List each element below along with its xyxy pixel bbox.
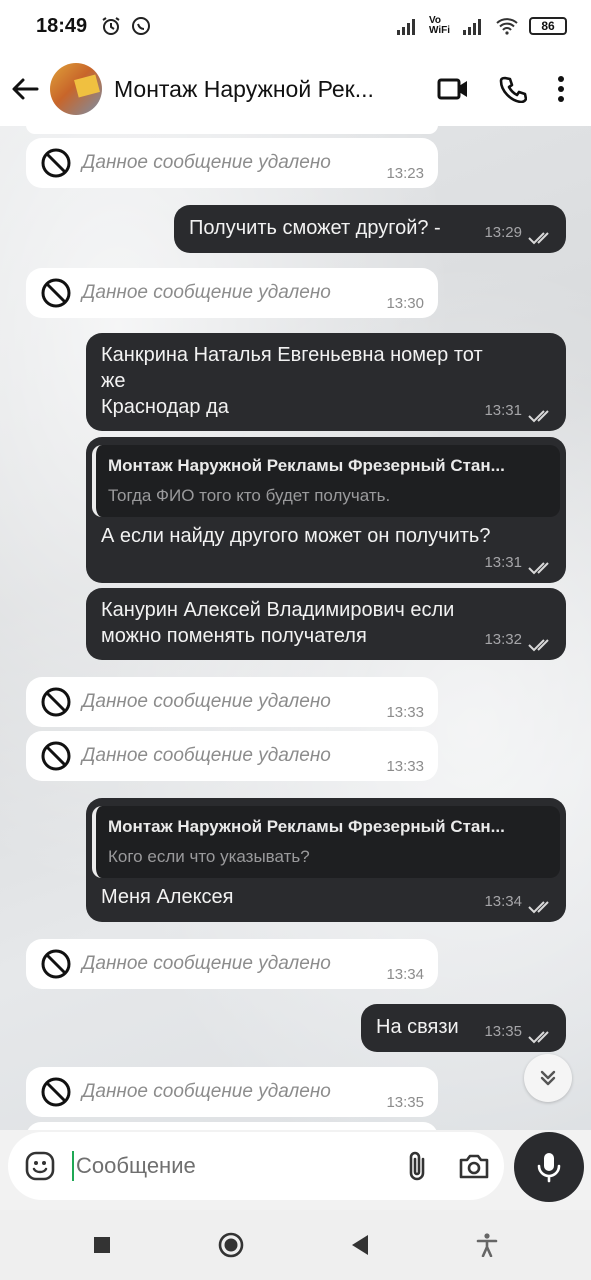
read-ticks-icon [528,410,549,423]
deleted-message[interactable]: Данное сообщение удалено 13:23 [26,138,438,188]
deleted-icon [41,148,71,178]
wifi-icon [496,18,518,35]
double-chevron-down-icon [540,1070,556,1086]
message-text: Получить сможет другой? - [189,217,441,239]
message-line: Канурин Алексей Владимирович если [101,599,455,621]
partial-bubble [26,1122,438,1130]
message-line: же [101,370,126,392]
message-composer: Сообщение [8,1132,504,1200]
emoji-icon[interactable] [24,1150,56,1182]
status-time: 18:49 [36,14,88,37]
quote-text: Кого если что указывать? [108,847,310,866]
read-ticks-icon [528,1031,549,1044]
chat-header: Монтаж Наружной Рек... [0,52,591,126]
message-time: 13:35 [386,1094,424,1111]
camera-icon[interactable] [458,1152,490,1180]
deleted-message[interactable]: Данное сообщение удалено 13:33 [26,731,438,781]
back-nav-icon[interactable] [350,1234,370,1256]
deleted-icon [41,949,71,979]
microphone-icon [537,1153,561,1183]
message-time: 13:23 [386,165,424,182]
outgoing-message[interactable]: На связи 13:35 [361,1004,566,1052]
deleted-text: Данное сообщение удалено [82,745,331,766]
attach-icon[interactable] [406,1150,428,1182]
deleted-message[interactable]: Данное сообщение удалено 13:34 [26,939,438,989]
outgoing-message[interactable]: Канурин Алексей Владимирович если можно … [86,588,566,660]
deleted-text: Данное сообщение удалено [82,282,331,303]
avatar[interactable] [50,63,102,115]
deleted-icon [41,1077,71,1107]
back-button[interactable] [8,72,42,106]
partial-bubble [26,126,438,134]
system-nav-bar [0,1210,591,1280]
signal-icon [397,19,415,35]
read-ticks-icon [528,562,549,575]
deleted-text: Данное сообщение удалено [82,953,331,974]
message-line: Краснодар да [101,396,229,418]
read-ticks-icon [528,639,549,652]
outgoing-reply-message[interactable]: Монтаж Наружной Рекламы Фрезерный Стан..… [86,798,566,922]
message-time: 13:33 [386,704,424,721]
deleted-message[interactable]: Данное сообщение удалено 13:30 [26,268,438,318]
more-icon[interactable] [557,75,565,103]
recents-icon[interactable] [93,1236,111,1254]
quoted-message[interactable]: Монтаж Наружной Рекламы Фрезерный Стан..… [92,806,560,878]
quoted-message[interactable]: Монтаж Наружной Рекламы Фрезерный Стан..… [92,445,560,517]
back-arrow-icon [12,78,39,100]
deleted-text: Данное сообщение удалено [82,691,331,712]
home-icon[interactable] [217,1231,245,1259]
deleted-icon [41,687,71,717]
signal-icon-2 [463,19,481,35]
chat-area[interactable]: Данное сообщение удалено 13:23 Получить … [0,126,591,1130]
message-line: Канкрина Наталья Евгеньевна номер тот [101,344,483,366]
deleted-message[interactable]: Данное сообщение удалено 13:33 [26,677,438,727]
status-bar: 18:49 Vo WiFi 86 [0,0,591,52]
deleted-icon [41,741,71,771]
message-time: 13:31 [484,402,522,419]
quote-sender: Монтаж Наружной Рекламы Фрезерный Стан..… [108,456,505,475]
deleted-message[interactable]: Данное сообщение удалено 13:35 [26,1067,438,1117]
read-ticks-icon [528,232,549,245]
message-line: можно поменять получателя [101,625,367,647]
outgoing-message[interactable]: Канкрина Наталья Евгеньевна номер тот же… [86,333,566,431]
read-ticks-icon [528,901,549,914]
message-time: 13:30 [386,295,424,312]
alarm-icon [102,17,120,35]
deleted-text: Данное сообщение удалено [82,1081,331,1102]
message-time: 13:33 [386,758,424,775]
message-time: 13:35 [484,1023,522,1040]
accessibility-icon[interactable] [476,1233,498,1257]
phone-icon[interactable] [499,75,527,103]
outgoing-message[interactable]: Получить сможет другой? - 13:29 [174,205,566,253]
message-text: На связи [376,1016,459,1038]
video-call-icon[interactable] [437,76,469,102]
message-input[interactable]: Сообщение [72,1151,196,1181]
mic-button[interactable] [514,1132,584,1202]
chat-title[interactable]: Монтаж Наружной Рек... [114,76,394,103]
quote-sender: Монтаж Наружной Рекламы Фрезерный Стан..… [108,817,505,836]
message-time: 13:34 [386,966,424,983]
battery-indicator: 86 [529,17,567,35]
outgoing-reply-message[interactable]: Монтаж Наружной Рекламы Фрезерный Стан..… [86,437,566,583]
message-text: А если найду другого может он получить? [101,525,491,547]
message-time: 13:29 [484,224,522,241]
deleted-text: Данное сообщение удалено [82,152,331,173]
vowifi-label: Vo WiFi [429,15,451,36]
deleted-icon [41,278,71,308]
whatsapp-icon [132,17,151,35]
message-time: 13:31 [484,554,522,571]
message-time: 13:34 [484,893,522,910]
message-text: Меня Алексея [101,886,234,908]
quote-text: Тогда ФИО того кто будет получать. [108,486,391,505]
scroll-to-bottom-button[interactable] [524,1054,572,1102]
message-time: 13:32 [484,631,522,648]
